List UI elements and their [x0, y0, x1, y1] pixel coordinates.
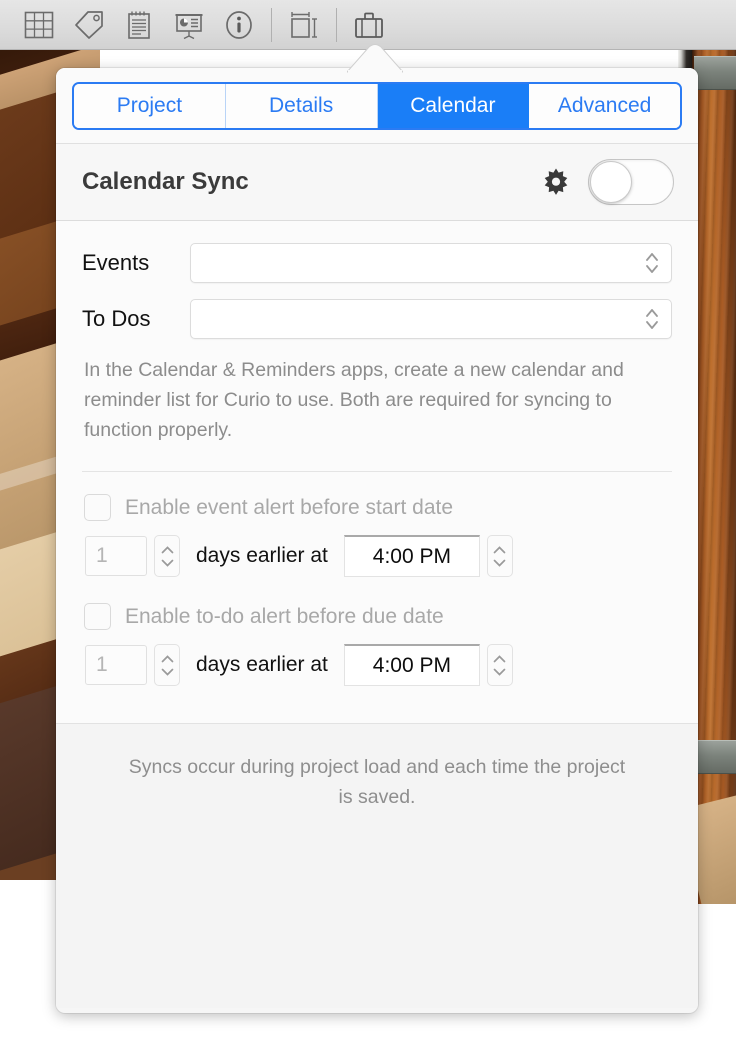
event-alert-time-stepper[interactable]: [486, 535, 513, 577]
tab-details[interactable]: Details: [225, 84, 378, 128]
event-alert-middle-text: days earlier at: [196, 544, 328, 567]
tab-project[interactable]: Project: [74, 84, 226, 128]
event-alert-label: Enable event alert before start date: [125, 495, 454, 519]
event-alert-time-value: 4:00 PM: [372, 544, 452, 568]
toolbar-button-project[interactable]: [344, 2, 394, 48]
toolbar-separator: [336, 7, 337, 42]
todo-alert-checkbox-row[interactable]: Enable to-do alert before due date: [84, 603, 672, 630]
stepper-down-icon: [161, 559, 173, 567]
stepper-down-icon: [494, 668, 506, 676]
sync-footer-text: Syncs occur during project load and each…: [128, 756, 626, 808]
tab-bar: Project Details Calendar Advanced: [72, 82, 682, 130]
section-title: Calendar Sync: [82, 168, 249, 195]
notepad-icon: [128, 11, 150, 39]
stepper-up-icon: [494, 654, 506, 662]
todos-row: To Dos: [82, 299, 672, 339]
events-label: Events: [82, 250, 150, 275]
toolbar-button-presentation[interactable]: [164, 2, 214, 48]
briefcase-icon: [355, 12, 383, 38]
door-panel: [692, 50, 736, 905]
tag-icon: [75, 10, 103, 39]
header-controls: [540, 159, 674, 205]
stepper-up-icon: [161, 545, 173, 553]
info-icon: [226, 10, 252, 39]
toolbar-separator: [271, 7, 272, 42]
section-divider: [82, 471, 672, 472]
toggle-knob: [590, 161, 632, 203]
calendar-sync-toggle[interactable]: [588, 159, 674, 205]
event-alert-checkbox-row[interactable]: Enable event alert before start date: [84, 494, 672, 521]
event-alert-days-stepper[interactable]: [154, 535, 180, 577]
popover-body: Events To Dos In the Calendar & Reminder…: [56, 221, 698, 723]
grid-icon: [24, 11, 54, 38]
stepper-up-icon: [161, 654, 173, 662]
todo-alert-time-input[interactable]: 4:00 PM: [343, 644, 480, 686]
events-row: Events: [82, 243, 672, 283]
event-alert-checkbox[interactable]: [84, 494, 111, 521]
toolbar-button-tag[interactable]: [64, 2, 114, 48]
tab-bar-container: Project Details Calendar Advanced: [56, 68, 698, 143]
presentation-icon: [175, 13, 203, 39]
dimensions-icon: [291, 11, 317, 38]
todo-alert-stepper-row: 1 days earlier at 4:00 PM: [85, 644, 672, 686]
event-alert-days-input[interactable]: 1: [85, 536, 147, 576]
toolbar-button-notes[interactable]: [114, 2, 164, 48]
door-hinge: [694, 56, 736, 90]
toolbar-button-grid[interactable]: [14, 2, 64, 48]
stepper-down-icon: [494, 559, 506, 567]
todos-list-select[interactable]: [190, 299, 672, 339]
events-calendar-select[interactable]: [190, 243, 672, 283]
door-hinge: [694, 740, 736, 774]
stepper-up-icon: [494, 545, 506, 553]
todo-alert-time-stepper[interactable]: [486, 644, 513, 686]
calendar-settings-popover: Project Details Calendar Advanced Calend…: [56, 68, 698, 1013]
todo-alert-time-value: 4:00 PM: [372, 653, 452, 677]
toolbar-button-info[interactable]: [214, 2, 264, 48]
toolbar-button-dimensions[interactable]: [279, 2, 329, 48]
event-alert-stepper-row: 1 days earlier at 4:00 PM: [85, 535, 672, 577]
gear-icon[interactable]: [540, 166, 572, 198]
chevron-updown-icon: [646, 309, 658, 329]
screen-root: Project Details Calendar Advanced Calend…: [0, 0, 736, 1050]
popover-footer: Syncs occur during project load and each…: [56, 723, 698, 1008]
event-alert-time-input[interactable]: 4:00 PM: [343, 535, 480, 577]
popover-arrow: [347, 44, 403, 73]
todo-alert-days-value: 1: [96, 653, 108, 676]
todos-label: To Dos: [82, 306, 151, 331]
tab-advanced[interactable]: Advanced: [529, 84, 680, 128]
todo-alert-middle-text: days earlier at: [196, 653, 328, 676]
todo-alert-checkbox[interactable]: [84, 603, 111, 630]
calendar-help-text: In the Calendar & Reminders apps, create…: [84, 359, 624, 441]
event-alert-days-value: 1: [96, 544, 108, 567]
todo-alert-days-stepper[interactable]: [154, 644, 180, 686]
todo-alert-days-input[interactable]: 1: [85, 645, 147, 685]
stepper-down-icon: [161, 668, 173, 676]
todo-alert-label: Enable to-do alert before due date: [125, 604, 444, 628]
calendar-sync-header: Calendar Sync: [56, 143, 698, 221]
tab-calendar[interactable]: Calendar: [377, 84, 530, 128]
chevron-updown-icon: [646, 253, 658, 273]
